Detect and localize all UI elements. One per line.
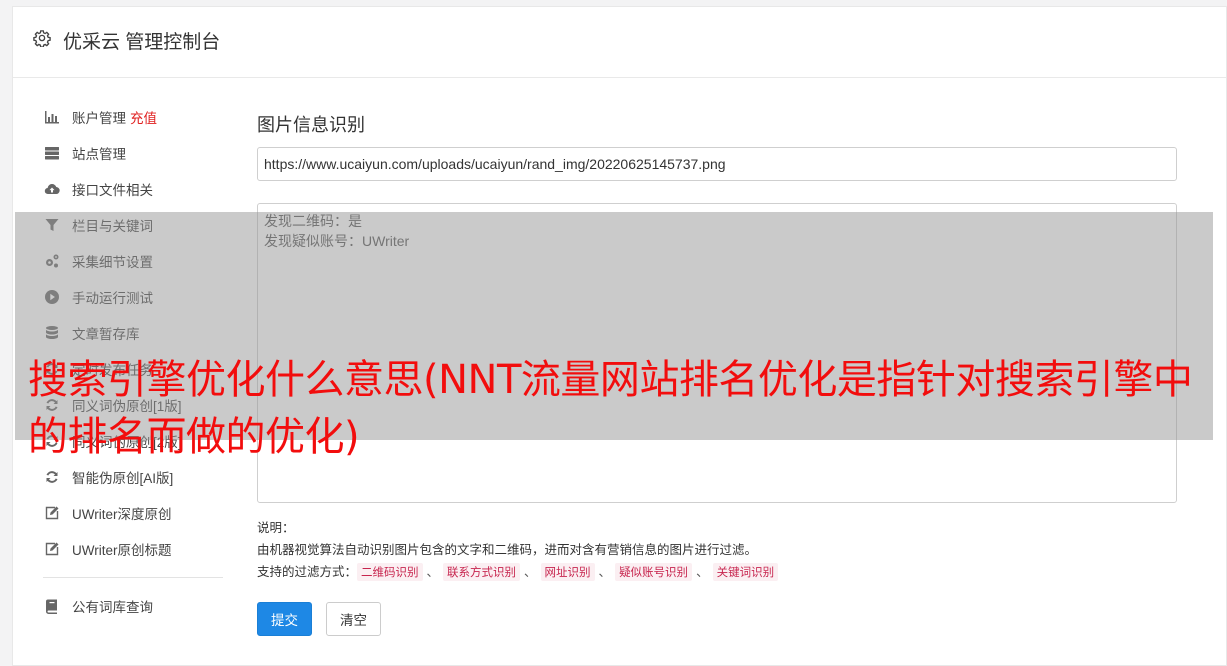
sidebar-item-public-lexicon[interactable]: 公有词库查询 [43,588,223,624]
filter-tag-account: 疑似账号识别 [615,563,693,581]
filter-label: 支持的过滤方式： [257,565,358,579]
sidebar-item-uwriter-deep[interactable]: UWriter深度原创 [43,495,223,531]
notes-label: 说明： [257,521,295,535]
image-url-input[interactable] [257,147,1177,181]
form-actions: 提交 清空 [257,602,395,636]
sidebar-item-label: 接口文件相关 [72,183,153,198]
filter-separator: 、 [598,565,612,579]
filter-methods: 支持的过滤方式： 二维码识别、联系方式识别、网址识别、疑似账号识别、关键词识别 [257,561,779,583]
section-title: 图片信息识别 [257,115,365,135]
notes-description: 由机器视觉算法自动识别图片包含的文字和二维码，进而对含有营销信息的图片进行过滤。 [257,543,758,557]
filter-tag-keyword: 关键词识别 [712,563,779,581]
page-header: 优采云 管理控制台 [13,7,1226,78]
filter-tag-url: 网址识别 [540,563,595,581]
sidebar-item-label: UWriter深度原创 [72,507,172,522]
clear-button[interactable]: 清空 [326,602,381,636]
cloud-upload-icon [43,181,61,197]
sidebar-item-label: 账户管理 [72,111,126,126]
overlay-headline: 搜索引擎优化什么意思(NNT流量网站排名优化是指针对搜索引擎中的排名而做的优化) [28,357,1193,460]
bar-chart-icon [43,109,61,125]
sidebar-item-label: 智能伪原创[AI版] [72,471,174,486]
book-icon [43,598,61,614]
refresh-icon [43,469,61,485]
server-icon [43,145,61,161]
sidebar-item-account[interactable]: 账户管理 充值 [43,99,223,135]
filter-separator: 、 [524,565,537,579]
sidebar-item-label: 公有词库查询 [72,600,153,615]
page-title: 优采云 管理控制台 [63,32,221,53]
filter-tag-qrcode: 二维码识别 [357,563,423,581]
submit-button[interactable]: 提交 [257,602,312,636]
gear-icon [33,29,51,48]
filter-separator: 、 [696,565,709,579]
edit-icon [43,505,61,521]
image-recognition-form: 图片信息识别 发现二维码：是 发现疑似账号：UWriter 说明： 由机器视觉算… [257,107,1177,636]
sidebar-item-interface-files[interactable]: 接口文件相关 [43,171,223,207]
sidebar-item-label: UWriter原创标题 [72,543,172,558]
filter-separator: 、 [426,565,440,579]
sidebar-item-uwriter-title[interactable]: UWriter原创标题 [43,531,223,567]
notes-section: 说明： 由机器视觉算法自动识别图片包含的文字和二维码，进而对含有营销信息的图片进… [257,517,779,583]
sidebar-item-label: 站点管理 [72,147,126,162]
edit-icon [43,541,61,557]
sidebar-divider [43,577,223,578]
sidebar-item-sites[interactable]: 站点管理 [43,135,223,171]
filter-tag-contact: 联系方式识别 [443,563,521,581]
recharge-link[interactable]: 充值 [130,107,157,127]
